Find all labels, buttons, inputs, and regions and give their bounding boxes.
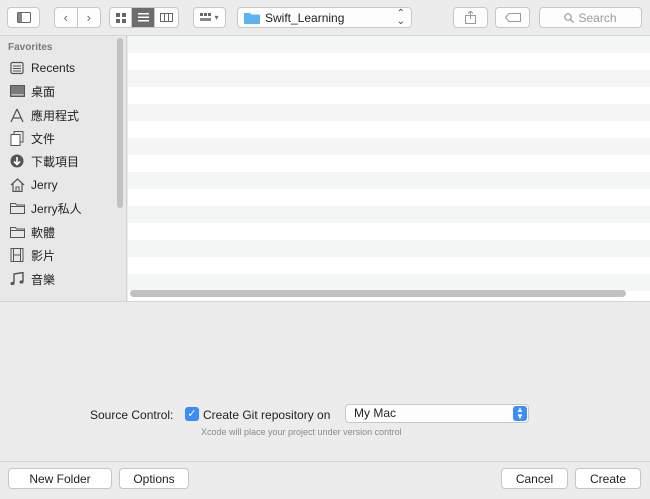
home-icon [9, 177, 25, 193]
list-view-button[interactable] [132, 8, 155, 27]
sidebar-item-label: 影片 [31, 248, 56, 263]
list-row [128, 274, 650, 291]
group-by-button[interactable]: ▾ [193, 7, 226, 28]
folder-icon [9, 224, 25, 240]
forward-button[interactable]: › [78, 8, 100, 27]
list-row [128, 172, 650, 189]
back-button[interactable]: ‹ [55, 8, 78, 27]
list-row [128, 104, 650, 121]
documents-icon [9, 130, 25, 146]
options-button[interactable]: Options [119, 468, 189, 489]
list-row [128, 240, 650, 257]
applications-icon [9, 107, 25, 123]
sidebar-item-label: 軟體 [31, 225, 56, 240]
list-row [128, 206, 650, 223]
chevron-left-icon: ‹ [63, 10, 68, 25]
checkmark-icon: ✓ [187, 408, 197, 420]
list-row [128, 138, 650, 155]
back-forward-group: ‹ › [54, 7, 101, 28]
view-mode-group [109, 7, 179, 28]
grid-icon [115, 12, 126, 23]
repo-location-select[interactable]: My Mac ▲ ▼ [345, 404, 529, 423]
updown-chevron-icon: ▲ ▼ [513, 406, 527, 421]
sidebar-item-label: Jerry [31, 178, 58, 192]
sidebar-toggle-icon [16, 12, 31, 23]
sidebar-item-label: 音樂 [31, 272, 56, 287]
sidebar-item-software[interactable]: 軟體 [9, 221, 55, 243]
list-row [128, 121, 650, 138]
options-panel [0, 301, 650, 461]
sidebar-item-label: Jerry私人 [31, 201, 82, 216]
folder-icon [9, 200, 25, 216]
columns-icon [159, 13, 173, 22]
git-repo-checkbox-label[interactable]: Create Git repository on [203, 408, 330, 422]
sidebar-item-label: Recents [31, 61, 76, 75]
tag-icon [504, 13, 521, 22]
search-icon [564, 12, 575, 23]
tag-button[interactable] [495, 7, 530, 28]
downloads-icon [9, 153, 25, 169]
search-field[interactable]: Search [539, 7, 642, 28]
sidebar-item-downloads[interactable]: 下載項目 [9, 150, 79, 172]
desktop-icon [9, 83, 25, 99]
sidebar-item-label: 下載項目 [31, 154, 80, 169]
sidebar-item-recents[interactable]: Recents [9, 57, 75, 79]
sidebar-item-movies[interactable]: 影片 [9, 244, 55, 266]
recents-icon [9, 60, 25, 76]
list-row [128, 155, 650, 172]
sidebar-header: Favorites [8, 42, 53, 53]
sidebar-toggle-button[interactable] [7, 7, 40, 28]
share-icon [465, 11, 476, 24]
group-grid-icon [200, 13, 212, 21]
file-list[interactable] [128, 36, 650, 301]
updown-chevron-icon: ⌃ ⌄ [396, 8, 405, 27]
list-row [128, 36, 650, 53]
folder-icon [244, 12, 260, 24]
list-row [128, 53, 650, 70]
list-row [128, 257, 650, 274]
new-folder-button[interactable]: New Folder [8, 468, 112, 489]
sidebar-item-home[interactable]: Jerry [9, 174, 58, 196]
location-popup[interactable]: Swift_Learning ⌃ ⌄ [237, 7, 412, 28]
list-row [128, 223, 650, 240]
source-control-label: Source Control: [90, 408, 174, 422]
sidebar-scrollbar[interactable] [117, 38, 123, 208]
icon-view-button[interactable] [110, 8, 133, 27]
sidebar: Favorites Recents 桌面 應用程式 文件 下載項目 Jerry … [0, 36, 127, 301]
chevron-right-icon: › [86, 10, 91, 25]
repo-location-value: My Mac [354, 406, 396, 420]
toolbar: ‹ › ▾ Swift_Learning ⌃ ⌄ Search [0, 0, 650, 36]
chevron-down-icon: ▾ [214, 13, 219, 22]
create-button[interactable]: Create [575, 468, 641, 489]
list-row [128, 70, 650, 87]
sidebar-item-documents[interactable]: 文件 [9, 127, 55, 149]
location-label: Swift_Learning [265, 10, 345, 25]
sidebar-item-music[interactable]: 音樂 [9, 268, 55, 290]
git-repo-checkbox[interactable]: ✓ [185, 407, 199, 421]
horizontal-scrollbar[interactable] [130, 290, 626, 297]
sidebar-item-label: 桌面 [31, 84, 56, 99]
list-row [128, 189, 650, 206]
sidebar-item-desktop[interactable]: 桌面 [9, 80, 55, 102]
list-icon [137, 13, 149, 22]
sidebar-item-label: 應用程式 [31, 108, 80, 123]
search-placeholder: Search [578, 10, 617, 25]
list-row [128, 87, 650, 104]
sidebar-item-label: 文件 [31, 131, 56, 146]
column-view-button[interactable] [155, 8, 178, 27]
music-icon [9, 271, 25, 287]
share-button[interactable] [453, 7, 488, 28]
sidebar-item-applications[interactable]: 應用程式 [9, 104, 79, 126]
sidebar-item-jerry-private[interactable]: Jerry私人 [9, 197, 82, 219]
movies-icon [9, 247, 25, 263]
source-control-hint: Xcode will place your project under vers… [201, 427, 402, 437]
cancel-button[interactable]: Cancel [501, 468, 568, 489]
